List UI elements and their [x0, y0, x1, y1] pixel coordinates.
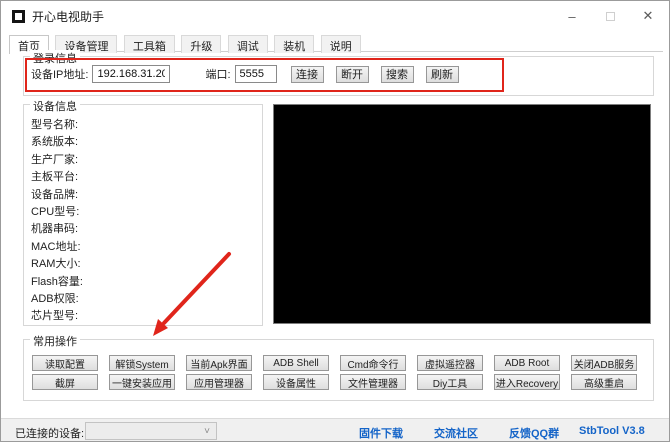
version-label: StbTool V3.8 [579, 425, 645, 437]
device-info-group-label: 设备信息 [30, 98, 80, 114]
install-app-button[interactable]: 一键安装应用 [109, 374, 175, 390]
port-label: 端口: [205, 66, 230, 82]
disconnect-button[interactable]: 断开 [336, 66, 369, 83]
port-input[interactable] [235, 65, 277, 83]
login-row: 设备IP地址: 端口: 连接 断开 搜索 刷新 [31, 64, 471, 84]
operations-group-label: 常用操作 [30, 333, 80, 349]
tab-help[interactable]: 说明 [321, 35, 361, 53]
cmd-line-button[interactable]: Cmd命令行 [340, 355, 406, 371]
field-device-brand: 设备品牌: [31, 186, 251, 203]
field-model-name: 型号名称: [31, 116, 251, 133]
tab-strip: 首页 设备管理 工具箱 升级 调试 装机 说明 [9, 34, 663, 52]
advanced-reboot-button[interactable]: 高级重启 [571, 374, 637, 390]
close-adb-button[interactable]: 关闭ADB服务 [571, 355, 637, 371]
tab-install[interactable]: 装机 [274, 35, 314, 53]
ip-label: 设备IP地址: [31, 66, 88, 82]
field-system-version: 系统版本: [31, 133, 251, 150]
adb-root-button[interactable]: ADB Root [494, 355, 560, 371]
app-manager-button[interactable]: 应用管理器 [186, 374, 252, 390]
enter-recovery-button[interactable]: 进入Recovery [494, 374, 560, 390]
device-properties-button[interactable]: 设备属性 [263, 374, 329, 390]
status-bar: 已连接的设备: ˅ 固件下载 交流社区 反馈QQ群 StbTool V3.8 [1, 418, 669, 442]
window-title: 开心电视助手 [32, 8, 104, 25]
field-flash-capacity: Flash容量: [31, 273, 251, 290]
adb-shell-button[interactable]: ADB Shell [263, 355, 329, 371]
field-serial-number: 机器串码: [31, 220, 251, 237]
diy-tools-button[interactable]: Diy工具 [417, 374, 483, 390]
field-adb-permission: ADB权限: [31, 290, 251, 307]
screenshot-button[interactable]: 截屏 [32, 374, 98, 390]
current-apk-button[interactable]: 当前Apk界面 [186, 355, 252, 371]
maximize-button[interactable] [591, 2, 629, 30]
field-mac-address: MAC地址: [31, 238, 251, 255]
ip-input[interactable] [92, 65, 170, 83]
screen-preview [273, 104, 651, 324]
field-chip-model: 芯片型号: [31, 307, 251, 324]
tab-debug[interactable]: 调试 [228, 35, 268, 53]
field-board-platform: 主板平台: [31, 168, 251, 185]
minimize-button[interactable]: – [553, 2, 591, 30]
close-button[interactable]: ✕ [629, 2, 667, 30]
feedback-qq-link[interactable]: 反馈QQ群 [509, 425, 559, 441]
window-controls: – ✕ [553, 1, 667, 31]
search-button[interactable]: 搜索 [381, 66, 414, 83]
file-manager-button[interactable]: 文件管理器 [340, 374, 406, 390]
connected-devices-label: 已连接的设备: [15, 425, 84, 441]
field-ram-size: RAM大小: [31, 255, 251, 272]
field-manufacturer: 生产厂家: [31, 151, 251, 168]
device-info-fields: 型号名称: 系统版本: 生产厂家: 主板平台: 设备品牌: CPU型号: 机器串… [31, 116, 251, 325]
read-config-button[interactable]: 读取配置 [32, 355, 98, 371]
tab-upgrade[interactable]: 升级 [181, 35, 221, 53]
app-icon [12, 10, 25, 23]
tab-toolbox[interactable]: 工具箱 [124, 35, 175, 53]
refresh-button[interactable]: 刷新 [426, 66, 459, 83]
connect-button[interactable]: 连接 [291, 66, 324, 83]
firmware-download-link[interactable]: 固件下载 [359, 425, 403, 441]
connected-devices-dropdown[interactable]: ˅ [85, 422, 217, 440]
app-window: 开心电视助手 – ✕ 首页 设备管理 工具箱 升级 调试 装机 说明 登录信息 … [0, 0, 670, 442]
unlock-system-button[interactable]: 解锁System [109, 355, 175, 371]
virtual-remote-button[interactable]: 虚拟遥控器 [417, 355, 483, 371]
operations-row-1: 读取配置 解锁System 当前Apk界面 ADB Shell Cmd命令行 虚… [32, 355, 637, 371]
community-link[interactable]: 交流社区 [434, 425, 478, 441]
field-cpu-model: CPU型号: [31, 203, 251, 220]
chevron-down-icon: ˅ [204, 426, 210, 437]
title-bar: 开心电视助手 – ✕ [1, 1, 669, 31]
maximize-icon [606, 12, 615, 21]
operations-row-2: 截屏 一键安装应用 应用管理器 设备属性 文件管理器 Diy工具 进入Recov… [32, 374, 637, 390]
